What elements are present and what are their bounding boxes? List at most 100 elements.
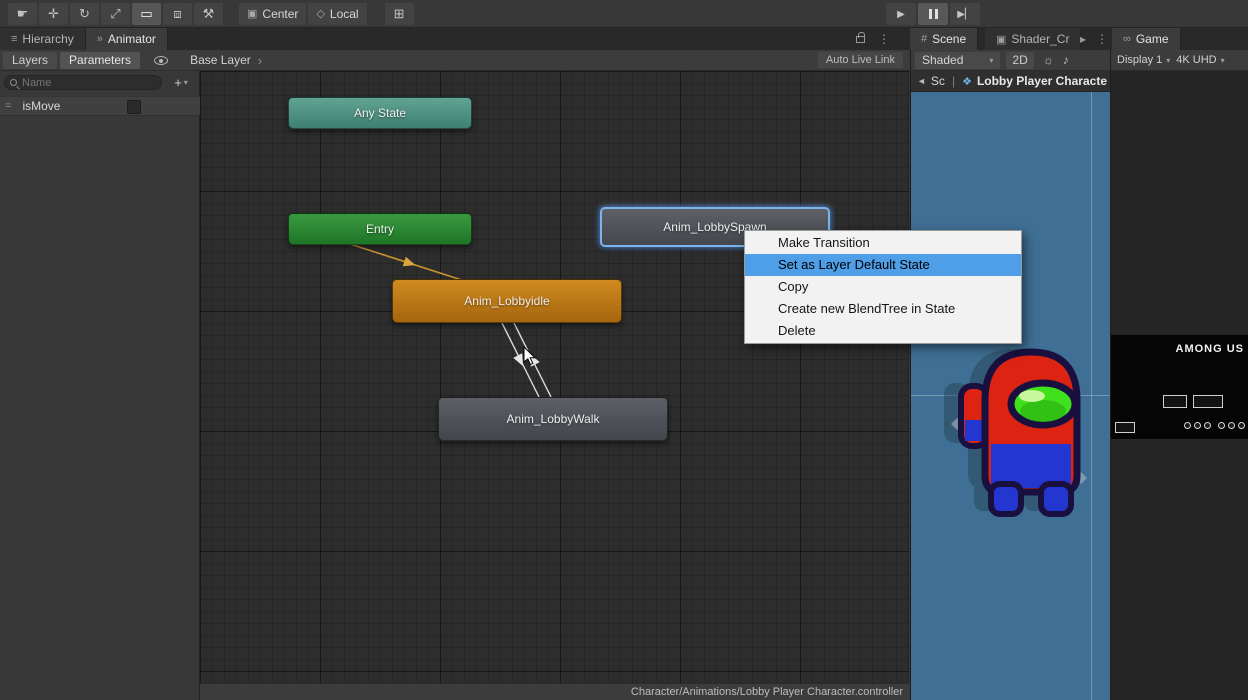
tab-shader-label: Shader_Cr: [1011, 32, 1070, 46]
menu-item-create-new-blendtree[interactable]: Create new BlendTree in State: [745, 298, 1021, 320]
rect-tool-icon[interactable]: ▭: [132, 2, 161, 25]
tab-shader[interactable]: ▣ Shader_Cr: [985, 28, 1082, 50]
parameter-name: isMove: [22, 99, 61, 113]
grid-snap-icon[interactable]: ⊞: [384, 2, 414, 25]
game-title-logo: AMONG US: [1175, 343, 1244, 355]
auto-live-link-button[interactable]: Auto Live Link: [817, 52, 903, 68]
center-pivot-icon: ▣: [247, 8, 258, 20]
animator-menu-kebab-icon[interactable]: ⋮: [878, 32, 890, 46]
shaded-label: Shaded: [922, 53, 964, 67]
scene-view[interactable]: [910, 92, 1110, 700]
tab-game[interactable]: ∞ Game: [1112, 28, 1181, 50]
animator-graph[interactable]: Any State Entry Anim_LobbySpawn Anim_Lob…: [200, 71, 909, 683]
add-parameter-button[interactable]: + ▾: [168, 74, 194, 90]
tab-scroll-arrow-icon[interactable]: ▸: [1080, 32, 1086, 46]
prefab-cube-icon: ❖: [962, 75, 972, 88]
breadcrumb: Base Layer ›: [190, 53, 262, 68]
pivot-center-label: Center: [262, 6, 299, 21]
menu-item-make-transition[interactable]: Make Transition: [745, 232, 1021, 254]
game-render-frame: AMONG US: [1111, 335, 1248, 439]
eye-icon[interactable]: [154, 55, 169, 65]
tab-animator-label: Animator: [107, 32, 156, 46]
pivot-group: ▣ Center ◇ Local: [239, 2, 367, 25]
transition-edges: [349, 243, 552, 398]
display-dropdown[interactable]: Display 1 ▾: [1117, 54, 1170, 66]
shaded-dropdown[interactable]: Shaded ▾: [915, 51, 1001, 69]
breadcrumb-scene-short[interactable]: Sc: [931, 74, 945, 88]
tab-scene-label: Scene: [932, 32, 967, 46]
chevron-right-icon: ›: [257, 52, 263, 68]
game-icon: ∞: [1123, 33, 1131, 45]
animator-toolbar: Layers Parameters Base Layer › Auto Live…: [0, 50, 910, 71]
search-icon: [10, 79, 17, 86]
move-tool-icon[interactable]: ✛: [39, 2, 68, 25]
pivot-center-button[interactable]: ▣ Center: [239, 2, 307, 25]
parameters-panel: + ▾ = isMove: [0, 71, 200, 700]
prefab-back-icon[interactable]: ◄: [917, 76, 926, 86]
parameters-tab-button[interactable]: Parameters: [60, 51, 141, 69]
layers-tab-button[interactable]: Layers: [3, 51, 58, 69]
tab-game-label: Game: [1135, 32, 1169, 46]
hand-tool-icon[interactable]: ☛: [8, 2, 37, 25]
tab-scene[interactable]: # Scene: [910, 28, 979, 50]
toggle-2d-button[interactable]: 2D: [1006, 51, 1034, 69]
prefab-name[interactable]: Lobby Player Characte: [977, 74, 1107, 88]
display-label: Display 1: [1117, 54, 1163, 66]
tab-hierarchy-label: Hierarchy: [22, 32, 74, 46]
menu-item-set-as-layer-default-state[interactable]: Set as Layer Default State: [745, 254, 1021, 276]
pause-icon: [928, 9, 938, 19]
parameter-search-field[interactable]: [4, 75, 162, 90]
ismove-checkbox[interactable]: [127, 100, 141, 114]
resolution-label: 4K UHD: [1176, 54, 1217, 66]
scene-audio-icon[interactable]: ♪: [1063, 53, 1069, 67]
resolution-dropdown[interactable]: 4K UHD ▾: [1176, 54, 1224, 66]
custom-tool-icon[interactable]: ⚒: [194, 2, 223, 25]
main-toolbar: ☛ ✛ ↻ ⤢ ▭ ⧈ ⚒ ▣ Center ◇ Local ⊞ ▶ ▶▏: [0, 0, 1248, 28]
pause-button[interactable]: [918, 3, 948, 25]
caret-down-icon: ▾: [1220, 55, 1225, 65]
status-bar: Character/Animations/Lobby Player Charac…: [200, 683, 909, 700]
caret-down-icon: ▾: [183, 77, 188, 87]
search-input[interactable]: [22, 76, 157, 89]
play-button[interactable]: ▶: [886, 3, 916, 25]
game-ui-button: [1193, 395, 1223, 408]
state-anim-lobbyidle[interactable]: Anim_Lobbyidle: [392, 279, 622, 323]
scene-toolbar: Shaded ▾ 2D ☼ ♪: [910, 50, 1110, 71]
among-us-character[interactable]: [939, 322, 1089, 572]
caret-down-icon: ▾: [989, 55, 994, 65]
shader-icon: ▣: [996, 33, 1007, 46]
context-menu: Make Transition Set as Layer Default Sta…: [744, 230, 1022, 344]
state-any-state[interactable]: Any State: [288, 97, 472, 129]
pivot-local-button[interactable]: ◇ Local: [308, 2, 367, 25]
local-axis-icon: ◇: [316, 8, 325, 20]
pivot-local-label: Local: [329, 6, 359, 21]
transform-tool-icon[interactable]: ⧈: [163, 2, 192, 25]
game-view: AMONG US: [1110, 71, 1248, 700]
tab-animator[interactable]: » Animator: [85, 28, 168, 50]
menu-item-delete[interactable]: Delete: [745, 320, 1021, 342]
lock-icon[interactable]: [856, 32, 865, 46]
breadcrumb-base-layer[interactable]: Base Layer: [190, 53, 251, 67]
game-ui-icon-row: [1181, 416, 1245, 434]
plus-icon: +: [174, 74, 182, 90]
menu-item-copy[interactable]: Copy: [745, 276, 1021, 298]
parameter-row-ismove[interactable]: = isMove: [0, 96, 200, 116]
animator-icon: »: [96, 33, 103, 45]
prefab-breadcrumb-bar: ◄ Sc | ❖ Lobby Player Characte: [910, 71, 1110, 92]
scene-grid-line-vertical: [1091, 92, 1092, 700]
controller-path: Character/Animations/Lobby Player Charac…: [630, 686, 903, 698]
tool-group: ☛ ✛ ↻ ⤢ ▭ ⧈ ⚒: [8, 2, 223, 25]
scale-tool-icon[interactable]: ⤢: [101, 2, 130, 25]
state-anim-lobbywalk[interactable]: Anim_LobbyWalk: [438, 397, 668, 441]
state-entry[interactable]: Entry: [288, 213, 472, 245]
step-button[interactable]: ▶▏: [950, 3, 980, 25]
scene-icon: #: [921, 33, 928, 45]
drag-handle-icon: =: [5, 100, 12, 112]
play-controls: ▶ ▶▏: [886, 3, 980, 25]
scene-lighting-icon[interactable]: ☼: [1043, 53, 1054, 67]
tab-hierarchy[interactable]: ≡ Hierarchy: [0, 28, 86, 50]
rotate-tool-icon[interactable]: ↻: [70, 2, 99, 25]
breadcrumb-divider: |: [951, 74, 956, 88]
scene-menu-kebab-icon[interactable]: ⋮: [1096, 32, 1108, 46]
game-toolbar: Display 1 ▾ 4K UHD ▾: [1110, 50, 1248, 71]
